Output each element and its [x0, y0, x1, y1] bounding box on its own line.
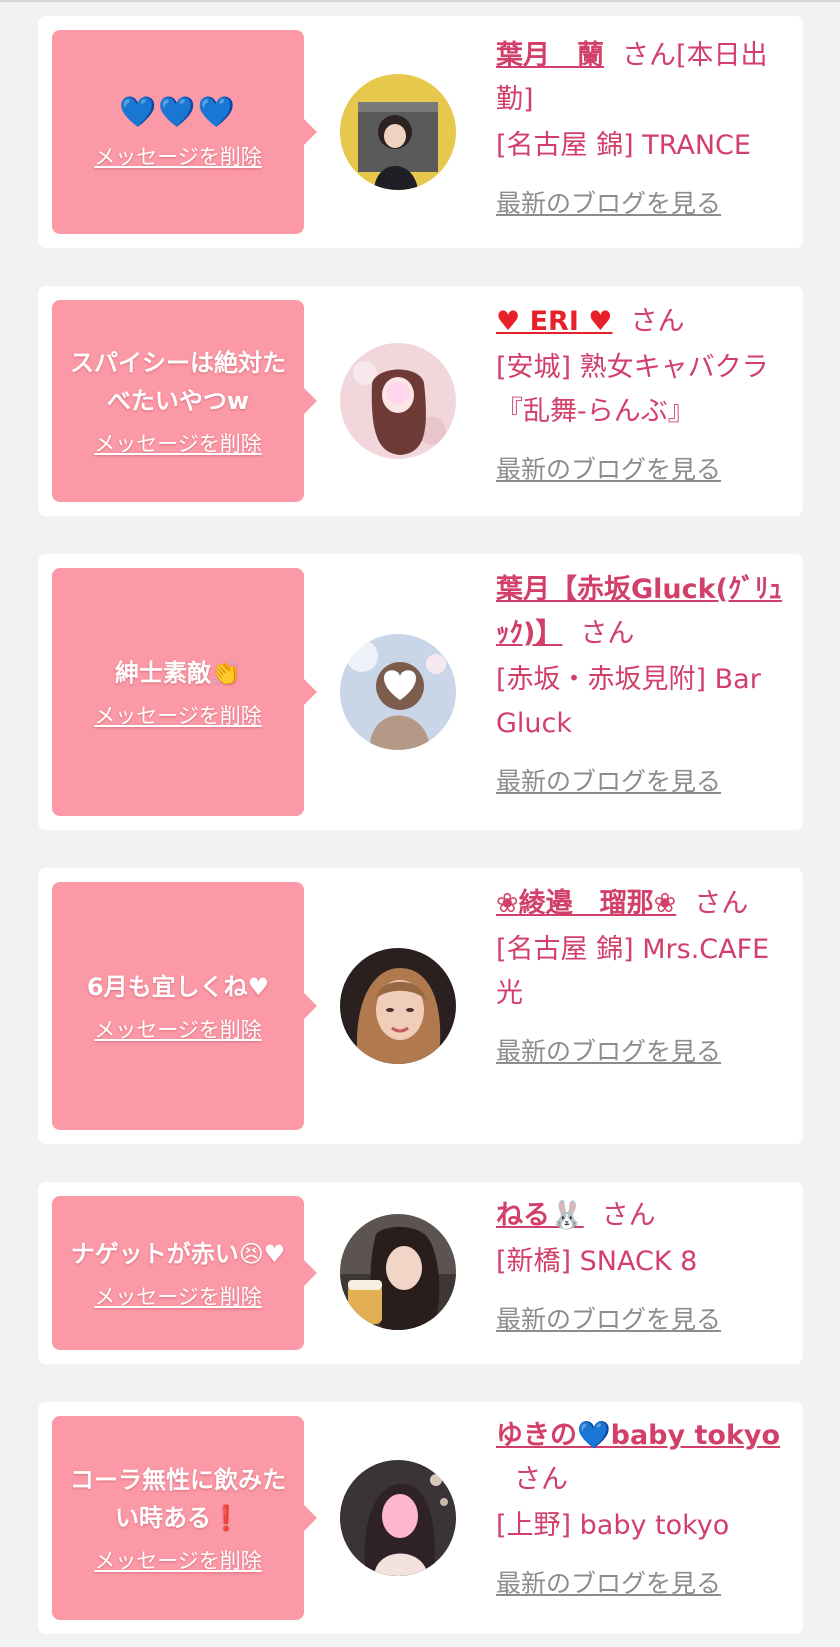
name-suffix: さん [514, 1464, 568, 1495]
cast-info: 葉月【赤坂Gluck(ｸﾞﾘｭｯｸ)】 さん [赤坂・赤坂見附] Bar Gluc… [496, 568, 792, 804]
shop-name: [名古屋 錦] Mrs.CAFE 光 [496, 934, 770, 1009]
cast-name-link[interactable]: ❀綾邉 瑠那❀ [496, 888, 676, 919]
avatar[interactable] [340, 74, 456, 190]
latest-blog-link[interactable]: 最新のブログを見る [496, 1298, 792, 1342]
avatar-photo [340, 74, 456, 190]
avatar-photo [340, 948, 456, 1064]
delete-message-link[interactable]: メッセージを削除 [94, 1014, 262, 1044]
message-bubble: 💙💙💙 メッセージを削除 [52, 30, 317, 234]
avatar[interactable] [340, 1214, 456, 1330]
message-text: スパイシーは絶対たべたいやつw [70, 349, 286, 415]
avatar-photo [340, 343, 456, 459]
latest-blog-link[interactable]: 最新のブログを見る [496, 182, 792, 226]
avatar-photo [340, 1460, 456, 1576]
delete-message-link[interactable]: メッセージを削除 [94, 141, 262, 171]
delete-message-link[interactable]: メッセージを削除 [94, 428, 262, 458]
message-card: 6月も宜しくね♥ メッセージを削除 ❀綾邉 瑠那❀ さん [名古屋 錦] Mrs.… [38, 868, 803, 1144]
shop-name: [赤坂・赤坂見附] Bar Gluck [496, 664, 761, 739]
name-suffix: さん [601, 1200, 656, 1231]
latest-blog-link[interactable]: 最新のブログを見る [496, 448, 792, 492]
message-bubble: コーラ無性に飲みたい時ある❗ メッセージを削除 [52, 1416, 317, 1620]
message-card: 💙💙💙 メッセージを削除 葉月 蘭さん[本日出勤] [名古屋 錦] TRANCE… [38, 16, 803, 248]
message-bubble: ナゲットが赤い😣♥ メッセージを削除 [52, 1196, 317, 1350]
message-bubble: スパイシーは絶対たべたいやつw メッセージを削除 [52, 300, 317, 502]
delete-message-link[interactable]: メッセージを削除 [94, 1281, 262, 1311]
cast-info: 葉月 蘭さん[本日出勤] [名古屋 錦] TRANCE 最新のブログを見る [496, 34, 792, 226]
message-bubble: 紳士素敵👏 メッセージを削除 [52, 568, 317, 816]
message-bubble: 6月も宜しくね♥ メッセージを削除 [52, 882, 317, 1130]
avatar[interactable] [340, 634, 456, 750]
shop-name: [名古屋 錦] TRANCE [496, 130, 751, 161]
message-text: 紳士素敵👏 [115, 659, 241, 687]
avatar[interactable] [340, 948, 456, 1064]
cast-name-link[interactable]: ♥ ERI ♥ [496, 306, 613, 337]
cast-info: ねる🐰 さん [新橋] SNACK 8 最新のブログを見る [496, 1194, 792, 1342]
blue-heart-icons: 💙💙💙 [118, 94, 238, 130]
cast-name-link[interactable]: 葉月【赤坂Gluck(ｸﾞﾘｭｯｸ)】 [496, 574, 782, 649]
avatar[interactable] [340, 1460, 456, 1576]
latest-blog-link[interactable]: 最新のブログを見る [496, 1562, 792, 1606]
latest-blog-link[interactable]: 最新のブログを見る [496, 1030, 792, 1074]
avatar-photo [340, 634, 456, 750]
top-divider [0, 0, 840, 2]
shop-name: [上野] baby tokyo [496, 1510, 730, 1541]
cast-info: ゆきの💙baby tokyo さん [上野] baby tokyo 最新のブログを… [496, 1414, 792, 1606]
cast-name-link[interactable]: 葉月 蘭 [496, 40, 604, 71]
message-text: 6月も宜しくね♥ [86, 973, 270, 1001]
message-card: コーラ無性に飲みたい時ある❗ メッセージを削除 ゆきの💙baby tokyo さん… [38, 1402, 803, 1634]
avatar[interactable] [340, 343, 456, 459]
cast-info: ❀綾邉 瑠那❀ さん [名古屋 錦] Mrs.CAFE 光 最新のブログを見る [496, 882, 792, 1074]
avatar-photo [340, 1214, 456, 1330]
name-suffix: さん [580, 618, 635, 649]
name-suffix: さん [630, 306, 685, 337]
name-suffix: さん [694, 888, 749, 919]
shop-name: [新橋] SNACK 8 [496, 1246, 698, 1277]
delete-message-link[interactable]: メッセージを削除 [94, 700, 262, 730]
cast-name-link[interactable]: ゆきの💙baby tokyo [496, 1420, 780, 1451]
shop-name: [安城] 熟女キャバクラ『乱舞-らんぶ』 [496, 352, 769, 427]
cast-name-link[interactable]: ねる🐰 [496, 1200, 584, 1231]
message-text: ナゲットが赤い😣♥ [70, 1240, 286, 1268]
latest-blog-link[interactable]: 最新のブログを見る [496, 760, 792, 804]
cast-info: ♥ ERI ♥ さん [安城] 熟女キャバクラ『乱舞-らんぶ』 最新のブログを見る [496, 300, 792, 492]
delete-message-link[interactable]: メッセージを削除 [94, 1545, 262, 1575]
message-card: ナゲットが赤い😣♥ メッセージを削除 ねる🐰 さん [新橋] SNACK 8 最新… [38, 1182, 803, 1364]
message-card: スパイシーは絶対たべたいやつw メッセージを削除 ♥ ERI ♥ さん [安城] … [38, 286, 803, 516]
message-text: 💙💙💙 [119, 94, 237, 133]
message-card: 紳士素敵👏 メッセージを削除 葉月【赤坂Gluck(ｸﾞﾘｭｯｸ)】 さん [赤坂… [38, 554, 803, 830]
message-text: コーラ無性に飲みたい時ある❗ [70, 1466, 286, 1532]
